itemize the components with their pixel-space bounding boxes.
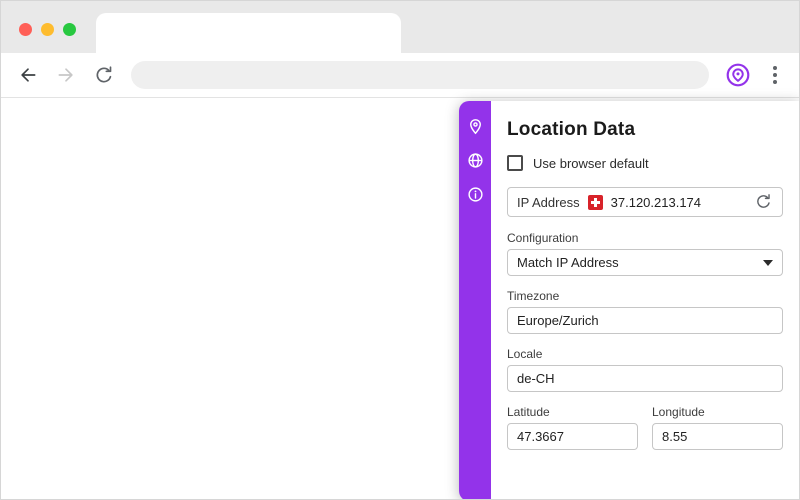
longitude-input[interactable] <box>652 423 783 450</box>
ip-refresh-button[interactable] <box>755 193 773 211</box>
back-arrow-icon <box>21 68 36 82</box>
location-tab-button[interactable] <box>466 117 484 135</box>
browser-menu-button[interactable] <box>767 64 783 86</box>
use-browser-default-row: Use browser default <box>507 155 783 171</box>
extension-button[interactable] <box>725 62 751 88</box>
address-bar-input[interactable] <box>131 61 709 89</box>
minimize-window-button[interactable] <box>41 23 54 36</box>
ip-address-value: 37.120.213.174 <box>610 194 702 210</box>
popup-body: Location Data Use browser default IP Add… <box>491 101 799 499</box>
swiss-flag-icon <box>587 194 603 210</box>
latitude-input[interactable] <box>507 423 638 450</box>
privacy-extension-icon <box>726 63 750 87</box>
browser-toolbar <box>1 53 799 98</box>
reload-icon <box>96 66 112 83</box>
timezone-label: Timezone <box>507 289 560 303</box>
globe-icon <box>467 152 483 168</box>
longitude-field: Longitude <box>652 405 783 463</box>
use-browser-default-label: Use browser default <box>533 155 649 171</box>
locale-label: Locale <box>507 347 543 361</box>
locale-input[interactable] <box>507 365 783 392</box>
ip-address-label: IP Address <box>517 194 580 210</box>
browser-tab[interactable] <box>96 13 401 53</box>
timezone-input[interactable] <box>507 307 783 334</box>
refresh-icon <box>757 194 770 208</box>
window-controls <box>19 23 76 36</box>
forward-arrow-icon <box>58 68 73 82</box>
close-window-button[interactable] <box>19 23 32 36</box>
info-icon <box>467 186 483 202</box>
configuration-value: Match IP Address <box>517 255 619 270</box>
page-content: Location Data Use browser default IP Add… <box>1 99 799 499</box>
tab-strip <box>1 1 799 53</box>
maximize-window-button[interactable] <box>63 23 76 36</box>
configuration-label: Configuration <box>507 231 579 245</box>
forward-button[interactable] <box>55 64 77 86</box>
location-data-popup: Location Data Use browser default IP Add… <box>459 101 799 499</box>
ip-address-box: IP Address 37.120.213.174 <box>507 187 783 217</box>
configuration-select[interactable]: Match IP Address <box>507 249 783 276</box>
back-button[interactable] <box>17 64 39 86</box>
coordinates-row: Latitude Longitude <box>507 405 783 463</box>
popup-title: Location Data <box>507 119 636 140</box>
globe-tab-button[interactable] <box>466 151 484 169</box>
popup-sidebar <box>459 101 491 499</box>
location-pin-icon <box>469 118 481 134</box>
latitude-field: Latitude <box>507 405 638 463</box>
longitude-label: Longitude <box>652 405 705 419</box>
chevron-down-icon <box>763 259 773 266</box>
latitude-label: Latitude <box>507 405 550 419</box>
reload-button[interactable] <box>93 64 115 86</box>
info-tab-button[interactable] <box>466 185 484 203</box>
use-browser-default-checkbox[interactable] <box>507 155 523 171</box>
browser-window: Location Data Use browser default IP Add… <box>0 0 800 500</box>
